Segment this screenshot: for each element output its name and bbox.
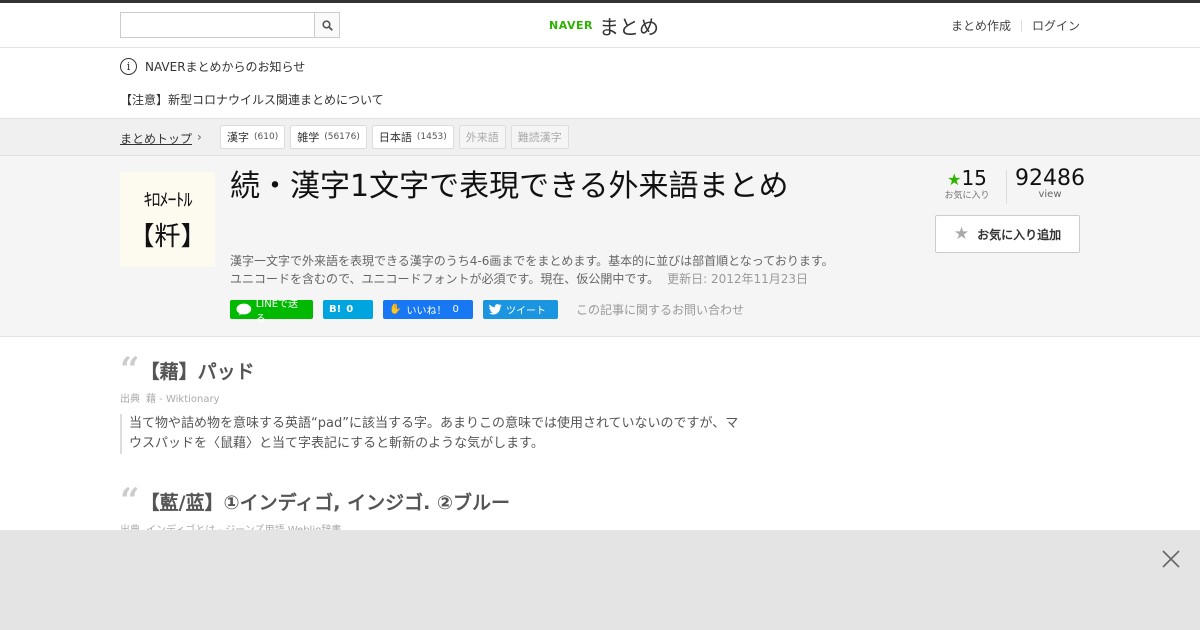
search-button[interactable] [314, 13, 339, 37]
thumbnail-line-2: 【粁】 [128, 222, 207, 252]
tag-nandoku-kanji[interactable]: 難読漢字 [510, 125, 569, 149]
matome-item: “【藍/蓝】①インディゴ, インジゴ. ②ブルー 出典インディゴとは - ジーン… [120, 487, 820, 536]
star-icon: ★ [953, 224, 970, 244]
corona-notice-link[interactable]: 【注意】新型コロナウイルス関連まとめについて [120, 91, 384, 108]
bottom-ad-overlay [0, 530, 1200, 630]
source-link[interactable]: 藉 - Wiktionary [146, 394, 220, 405]
favorite-number: 15 [961, 166, 987, 190]
stats-divider [1006, 170, 1007, 204]
item-heading: “【藍/蓝】①インディゴ, インジゴ. ②ブルー [120, 487, 820, 515]
description-line-1: 漢字一文字で外来語を表現できる漢字のうち4-6画までをまとめます。基本的に並びは… [230, 254, 834, 268]
breadcrumb-bar: まとめトップ › 漢字 (610) 雑学 (56176) 日本語 (1453) 外来語… [0, 118, 1200, 156]
hatena-count: 0 [346, 304, 354, 315]
description-line-2: ユニコードを含むので、ユニコードフォントが必須です。現在、仮公開中です。 [230, 272, 660, 286]
thumbnail-line-1: ｷﾛﾒｰﾄﾙ [143, 190, 193, 211]
view-number: 92486 [1015, 166, 1085, 191]
tag-label: 漢字 [227, 131, 249, 144]
tag-label: 日本語 [378, 131, 412, 144]
article-thumbnail: ｷﾛﾒｰﾄﾙ 【粁】 [120, 172, 215, 267]
source-label: 出典 [120, 394, 140, 405]
matome-item: “【藉】パッド 出典藉 - Wiktionary 当て物や詰め物を意味する英語“… [120, 356, 820, 454]
login-link[interactable]: ログイン [1032, 17, 1080, 34]
info-notice[interactable]: i NAVERまとめからのお知らせ [120, 58, 305, 75]
tag-nihongo[interactable]: 日本語 (1453) [371, 125, 454, 149]
header-divider [1020, 19, 1022, 32]
favorite-count: ★15 お気に入り [940, 166, 994, 201]
item-heading-text: 【藉】パッド [140, 360, 255, 383]
add-favorite-button[interactable]: ★ お気に入り追加 [935, 215, 1080, 253]
share-bar: LINEで送る B! 0 ✋ いいね！ 0 ツイート この記事に関するお問い合わ… [230, 299, 744, 325]
tag-kanji[interactable]: 漢字 (610) [220, 125, 286, 149]
hatena-bookmark-button[interactable]: B! 0 [323, 300, 373, 319]
line-share-label: LINEで送る [255, 298, 299, 325]
item-source: 出典藉 - Wiktionary [120, 390, 820, 405]
article-title: 続・漢字1文字で表現できる外来語まとめ [230, 169, 789, 204]
search-box [120, 12, 340, 38]
tag-label: 雑学 [297, 131, 320, 144]
tag-list: 漢字 (610) 雑学 (56176) 日本語 (1453) 外来語 難読漢字 [220, 125, 574, 149]
view-count: 92486 view [1015, 166, 1085, 200]
info-icon: i [120, 58, 137, 75]
create-matome-link[interactable]: まとめ作成 [951, 17, 1011, 34]
star-icon: ★ [947, 170, 962, 189]
article-description: 漢字一文字で外来語を表現できる漢字のうち4-6画までをまとめます。基本的に並びは… [230, 252, 870, 288]
thumbs-up-icon: ✋ [389, 304, 402, 315]
tweet-button[interactable]: ツイート [483, 300, 558, 319]
line-share-button[interactable]: LINEで送る [230, 299, 313, 325]
article-header: ｷﾛﾒｰﾄﾙ 【粁】 続・漢字1文字で表現できる外来語まとめ 漢字一文字で外来語… [0, 156, 1200, 337]
facebook-like-count: 0 [452, 304, 459, 315]
logo-naver: NAVER [549, 18, 593, 32]
tag-count: (1453) [416, 132, 447, 142]
site-header: NAVER まとめ まとめ作成 ログイン [0, 3, 1200, 48]
tag-gairaigo[interactable]: 外来語 [458, 125, 506, 149]
quote-mark-icon: “ [120, 487, 137, 515]
item-quote: 当て物や詰め物を意味する英語“pad”に該当する字。あまりこの意味では使用されて… [120, 414, 750, 454]
tag-zatsugaku[interactable]: 雑学 (56176) [290, 125, 367, 149]
tag-count: (56176) [324, 132, 360, 142]
search-icon [321, 19, 333, 31]
favorite-label: お気に入り [944, 191, 990, 201]
tag-label: 外来語 [465, 131, 499, 144]
quote-mark-icon: “ [120, 356, 137, 384]
logo-matome: まとめ [598, 14, 659, 39]
tweet-label: ツイート [506, 306, 546, 317]
tag-count: (610) [254, 132, 279, 142]
line-icon [236, 303, 252, 316]
header-links: まとめ作成 ログイン [951, 17, 1080, 34]
close-icon[interactable] [1160, 548, 1182, 570]
twitter-bird-icon [489, 304, 502, 315]
updated-date: 更新日: 2012年11月23日 [667, 272, 809, 286]
facebook-like-label: いいね！ [406, 306, 447, 317]
add-favorite-label: お気に入り追加 [977, 227, 1062, 242]
item-heading-text: 【藍/蓝】①インディゴ, インジゴ. ②ブルー [140, 491, 511, 514]
article-stats: ★15 お気に入り 92486 view [935, 166, 1085, 206]
search-input[interactable] [121, 13, 314, 37]
inquiry-link[interactable]: この記事に関するお問い合わせ [576, 301, 744, 318]
breadcrumb-top-link[interactable]: まとめトップ [120, 130, 192, 147]
hatena-icon: B! [329, 304, 342, 315]
facebook-like-button[interactable]: ✋ いいね！ 0 [383, 300, 473, 319]
tag-label: 難読漢字 [517, 131, 562, 144]
item-heading: “【藉】パッド [120, 356, 820, 384]
naver-matome-logo[interactable]: NAVER まとめ [549, 11, 659, 39]
chevron-right-icon: › [197, 130, 202, 144]
info-notice-text: NAVERまとめからのお知らせ [145, 60, 306, 74]
